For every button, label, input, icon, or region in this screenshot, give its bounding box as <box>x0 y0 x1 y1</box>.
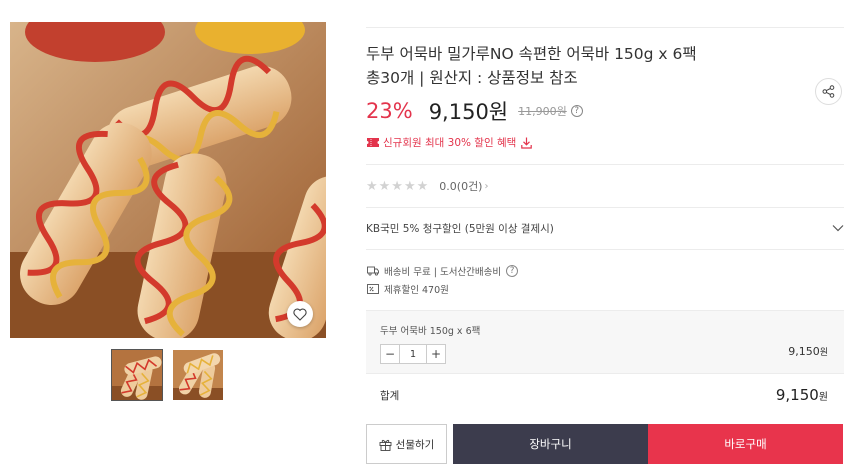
price-row: 23% 9,150원 11,900원 ? <box>366 97 583 125</box>
heart-icon <box>293 308 307 321</box>
gift-button-label: 선물하기 <box>395 438 435 451</box>
thumbnail-image-1 <box>112 350 162 400</box>
shipping-help-icon[interactable]: ? <box>506 265 519 277</box>
partner-discount-info: 제휴할인 470원 <box>367 282 449 296</box>
coupon-text: 신규회원 최대 30% 할인 혜택 <box>383 137 517 149</box>
divider <box>366 207 844 208</box>
rating-summary[interactable]: ★★★★★ 0.0(0건) › <box>366 178 488 194</box>
shipping-info: 배송비 무료 | 도서산간배송비 ? <box>367 264 519 278</box>
option-price-unit: 원 <box>819 348 828 358</box>
product-title-line-1: 두부 어묵바 밀가루NO 속편한 어묵바 150g x 6팩 <box>366 45 697 63</box>
product-main-image <box>10 22 326 338</box>
add-to-cart-button[interactable]: 장바구니 <box>453 424 648 464</box>
quantity-value[interactable]: 1 <box>399 345 427 363</box>
total-price: 9,150원 <box>776 386 828 404</box>
total-price-unit: 원 <box>818 392 828 403</box>
new-member-coupon[interactable]: 신규회원 최대 30% 할인 혜택 <box>367 135 533 150</box>
rating-stars: ★★★★★ <box>366 178 430 194</box>
product-thumbnail-2[interactable] <box>172 349 224 401</box>
product-title-line-2: 총30개 | 원산지 : 상품정보 참조 <box>366 69 578 87</box>
discount-card-icon <box>367 284 379 294</box>
option-price-number: 9,150 <box>788 345 820 358</box>
partner-discount-text: 제휴할인 470원 <box>384 285 449 296</box>
total-price-number: 9,150 <box>775 386 819 404</box>
share-icon <box>822 85 835 98</box>
quantity-increase-button[interactable]: + <box>427 345 445 363</box>
option-name: 두부 어묵바 150g x 6팩 <box>380 326 481 337</box>
total-label: 합계 <box>380 389 400 402</box>
thumbnail-image-2 <box>173 350 223 400</box>
shipping-text: 배송비 무료 | 도서산간배송비 <box>384 267 502 278</box>
rating-score: 0.0(0건) <box>439 180 483 193</box>
card-promo-dropdown[interactable]: KB국민 5% 청구할인 (5만원 이상 결제시) <box>366 219 844 237</box>
download-icon <box>521 137 533 149</box>
share-button[interactable] <box>815 78 842 105</box>
ticket-icon <box>367 138 379 147</box>
product-thumbnail-1[interactable] <box>111 349 163 401</box>
rating-chevron-icon: › <box>484 180 489 192</box>
quantity-stepper[interactable]: − 1 + <box>380 344 446 364</box>
divider <box>366 164 844 165</box>
discount-rate: 23% <box>366 99 413 123</box>
product-title: 두부 어묵바 밀가루NO 속편한 어묵바 150g x 6팩 총30개 | 원산… <box>366 42 786 90</box>
fish-cake-bar-photo <box>10 22 326 338</box>
divider <box>366 249 844 250</box>
sale-price: 9,150원 <box>428 100 509 124</box>
gift-icon <box>379 439 392 451</box>
truck-icon <box>367 266 379 276</box>
buy-now-button[interactable]: 바로구매 <box>648 424 843 464</box>
quantity-decrease-button[interactable]: − <box>381 345 399 363</box>
price-help-icon[interactable]: ? <box>570 105 583 117</box>
total-row: 합계 9,150원 <box>366 380 844 410</box>
option-price: 9,150원 <box>788 345 828 358</box>
original-price: 11,900원 <box>518 105 567 118</box>
selected-option-box: 두부 어묵바 150g x 6팩 − 1 + 9,150원 <box>366 310 844 374</box>
chevron-down-icon <box>832 225 844 232</box>
wishlist-button[interactable] <box>287 301 313 327</box>
card-promo-text: KB국민 5% 청구할인 (5만원 이상 결제시) <box>366 222 554 235</box>
top-divider <box>366 27 844 28</box>
gift-button[interactable]: 선물하기 <box>366 424 447 464</box>
